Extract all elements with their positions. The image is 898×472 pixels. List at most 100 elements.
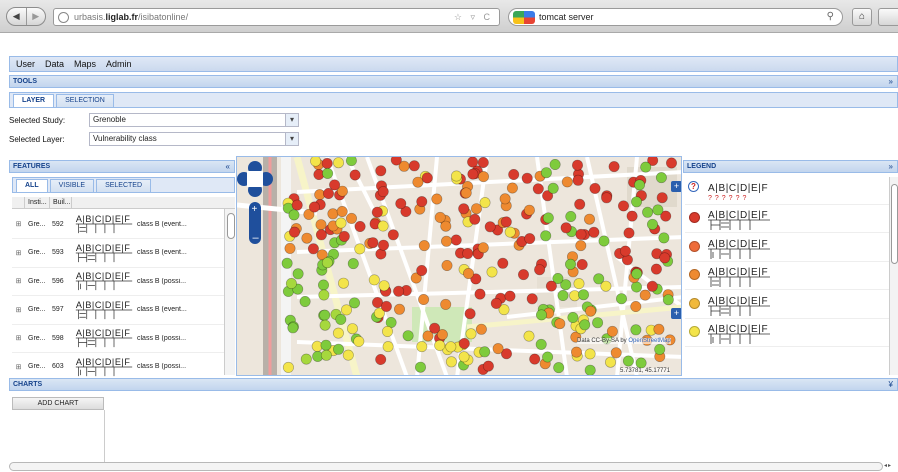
building-marker — [394, 303, 406, 315]
building-marker — [575, 240, 587, 252]
legend-code-header: A|B|C|D|E|F ?????? — [708, 183, 768, 202]
building-marker — [464, 308, 476, 320]
table-row[interactable]: ⊞ Gre... 597 A|B|C|D|E|F class B (event... — [12, 296, 224, 325]
tab-visible[interactable]: VISIBLE — [49, 179, 95, 192]
back-arrow-icon[interactable]: ◀ — [7, 8, 26, 25]
building-marker — [354, 221, 366, 233]
expand-row-icon[interactable]: ⊞ — [12, 306, 25, 314]
building-marker — [601, 192, 613, 204]
layer-select[interactable]: Vulnerability class — [89, 132, 299, 146]
building-marker — [646, 218, 658, 230]
magnifier-icon[interactable]: ⚲ — [827, 11, 834, 22]
openstreetmap-link[interactable]: OpenStreetMap — [628, 338, 670, 344]
search-engine-icon[interactable] — [513, 10, 535, 24]
tab-selected[interactable]: SELECTED — [96, 179, 152, 192]
search-input[interactable]: tomcat server — [539, 12, 594, 22]
zoom-out-icon[interactable]: – — [253, 232, 260, 244]
search-bar[interactable]: tomcat server ⚲ — [508, 8, 843, 26]
building-marker — [474, 288, 486, 300]
building-marker — [375, 354, 387, 366]
building-marker — [382, 326, 394, 338]
collapse-down-icon[interactable]: ¥ — [889, 379, 893, 390]
building-marker — [617, 200, 629, 212]
table-row[interactable]: ⊞ Gre... 593 A|B|C|D|E|F class B (event... — [12, 239, 224, 268]
building-marker — [635, 357, 647, 369]
study-select[interactable]: Grenoble — [89, 113, 299, 127]
home-icon[interactable]: ⌂ — [852, 8, 872, 26]
building-marker — [560, 222, 572, 234]
building-marker — [299, 296, 311, 308]
menu-maps[interactable]: Maps — [74, 59, 96, 69]
menu-admin[interactable]: Admin — [106, 59, 132, 69]
collapse-right-icon[interactable]: » — [889, 161, 893, 172]
add-chart-button[interactable]: ADD CHART — [12, 397, 104, 410]
building-marker — [322, 167, 334, 179]
expand-row-icon[interactable]: ⊞ — [12, 363, 25, 371]
cell-building: 596 — [52, 277, 64, 285]
building-marker — [535, 309, 547, 321]
toolbar-button[interactable] — [878, 8, 898, 26]
building-marker — [655, 172, 667, 184]
building-marker — [323, 187, 335, 199]
help-icon[interactable]: ? — [688, 181, 699, 192]
building-marker — [377, 186, 389, 198]
building-marker — [504, 290, 516, 302]
expand-row-icon[interactable]: ⊞ — [12, 249, 25, 257]
collapse-left-icon[interactable]: « — [226, 161, 230, 172]
building-marker — [598, 235, 610, 247]
tab-all[interactable]: ALL — [16, 179, 48, 192]
table-row[interactable]: ⊞ Gre... 598 A|B|C|D|E|F class B (possi... — [12, 324, 224, 353]
legend-scrollbar[interactable] — [889, 177, 898, 375]
building-marker — [415, 361, 427, 373]
scroll-thumb[interactable] — [227, 213, 235, 239]
building-marker — [557, 290, 569, 302]
legend-code-image: A|B|C|D|E|F — [708, 296, 770, 316]
menu-user[interactable]: User — [16, 59, 35, 69]
vulnerability-code-image: A|B|C|D|E|F — [75, 300, 133, 319]
forward-arrow-icon[interactable]: ▶ — [25, 8, 46, 25]
features-scrollbar[interactable] — [224, 209, 235, 375]
legend-item: A|B|C|D|E|F — [685, 319, 890, 347]
building-marker — [656, 192, 668, 204]
address-bar[interactable]: urbasis.liglab.fr/isibatonline/ ☆ ▿ C — [53, 8, 500, 26]
tab-selection[interactable]: SELECTION — [56, 94, 114, 107]
legend-scroll-thumb[interactable] — [891, 184, 898, 264]
table-row[interactable]: ⊞ Gre... 596 A|B|C|D|E|F class B (possi... — [12, 267, 224, 296]
browser-toolbar: ◀ ▶ urbasis.liglab.fr/isibatonline/ ☆ ▿ … — [0, 0, 898, 33]
charts-title: CHARTS — [13, 381, 43, 388]
expand-row-icon[interactable]: ⊞ — [12, 334, 25, 342]
building-marker — [526, 293, 538, 305]
building-marker — [347, 323, 359, 335]
vulnerability-code-image: A|B|C|D|E|F — [75, 357, 133, 376]
expand-row-icon[interactable]: ⊞ — [12, 277, 25, 285]
building-marker — [540, 167, 552, 179]
building-marker — [285, 278, 297, 290]
building-marker — [630, 281, 642, 293]
collapse-icon[interactable]: » — [889, 76, 893, 87]
building-marker — [542, 212, 554, 224]
table-row[interactable]: ⊞ Gre... 592 A|B|C|D|E|F class B (event... — [12, 210, 224, 239]
building-marker — [490, 297, 502, 309]
url-actions[interactable]: ☆ ▿ C — [454, 12, 493, 23]
tab-layer[interactable]: LAYER — [13, 94, 55, 107]
building-marker — [441, 235, 453, 247]
cell-institution: Gre... — [28, 249, 46, 256]
building-marker — [630, 324, 642, 336]
zoom-in-icon[interactable]: + — [252, 204, 258, 215]
building-marker — [529, 353, 541, 365]
column-building[interactable]: Buil... — [50, 197, 72, 208]
map-view[interactable]: + – + + Data CC-By-SA by OpenStreetMap 5.… — [236, 156, 682, 376]
features-title: FEATURES — [13, 163, 51, 170]
column-institution[interactable]: Insti... — [25, 197, 50, 208]
layer-switcher-icon-2[interactable]: + — [671, 308, 681, 319]
building-marker — [318, 289, 330, 301]
page-horizontal-scrollbar[interactable] — [9, 462, 883, 471]
layer-switcher-icon[interactable]: + — [671, 181, 681, 192]
building-marker — [626, 210, 638, 222]
building-marker — [564, 258, 576, 270]
menu-data[interactable]: Data — [45, 59, 64, 69]
expand-row-icon[interactable]: ⊞ — [12, 220, 25, 228]
building-marker — [440, 298, 452, 310]
vulnerability-code-image: A|B|C|D|E|F — [75, 214, 133, 234]
scroll-arrows-icon[interactable]: ◂▸ — [884, 462, 898, 471]
